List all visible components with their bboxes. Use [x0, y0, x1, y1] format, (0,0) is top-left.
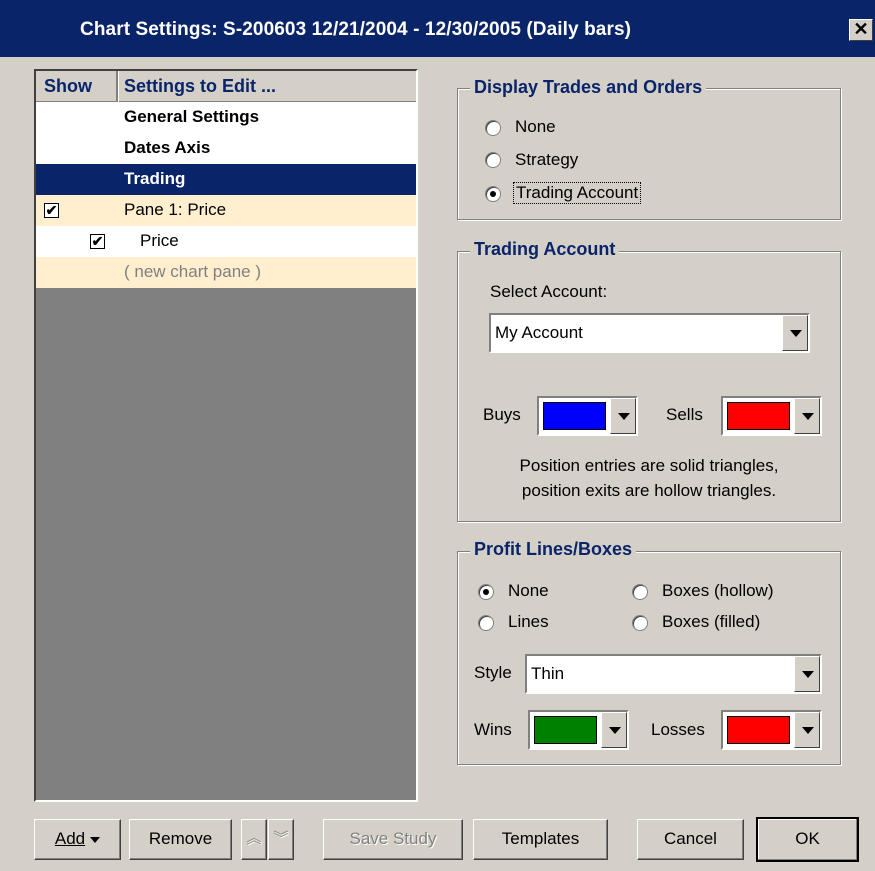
wins-label: Wins: [474, 720, 512, 739]
caret-down-icon: [90, 836, 101, 843]
radio-display-trading-account[interactable]: [485, 186, 501, 202]
sells-color-swatch: [727, 402, 790, 430]
radio-profit-none-label: None: [508, 581, 549, 600]
buys-label: Buys: [483, 405, 521, 424]
buys-color-picker[interactable]: [537, 396, 638, 436]
header-settings: Settings to Edit ...: [124, 76, 276, 96]
position-note-line1: Position entries are solid triangles,: [519, 456, 779, 475]
close-button[interactable]: ✕: [849, 19, 873, 41]
add-button[interactable]: Add: [34, 819, 121, 860]
profit-title: Profit Lines/Boxes: [470, 539, 637, 560]
header-show: Show: [44, 76, 92, 96]
radio-display-strategy-label: Strategy: [515, 150, 579, 169]
add-button-label: Add: [54, 829, 86, 848]
remove-button-label: Remove: [148, 829, 213, 848]
radio-profit-boxes-filled[interactable]: [632, 615, 648, 631]
radio-display-strategy[interactable]: [485, 152, 501, 168]
radio-display-none[interactable]: [485, 120, 501, 136]
chevron-down-icon[interactable]: [794, 712, 820, 748]
list-item-label: Pane 1: Price: [124, 200, 227, 219]
list-item-label: General Settings: [124, 107, 260, 126]
price-checkbox[interactable]: ✔: [90, 234, 105, 249]
save-study-button-label: Save Study: [349, 829, 437, 848]
cancel-button[interactable]: Cancel: [637, 819, 744, 860]
chevron-down-icon[interactable]: [601, 712, 627, 748]
list-item-trading[interactable]: Trading: [36, 164, 416, 195]
window-title: Chart Settings: S-200603 12/21/2004 - 12…: [80, 19, 632, 40]
account-select[interactable]: My Account: [489, 313, 810, 353]
radio-profit-lines-label: Lines: [508, 612, 549, 631]
save-study-button[interactable]: Save Study: [323, 819, 463, 860]
list-item-general-settings[interactable]: General Settings: [36, 102, 416, 133]
title-bar: Chart Settings: S-200603 12/21/2004 - 12…: [0, 0, 875, 57]
sells-color-picker[interactable]: [721, 396, 822, 436]
losses-color-picker[interactable]: [721, 710, 822, 750]
list-item-new-chart-pane[interactable]: ( new chart pane ): [36, 257, 416, 288]
radio-display-trading-account-label: Trading Account: [513, 182, 642, 204]
list-item-label: Dates Axis: [124, 138, 211, 157]
close-icon: ✕: [853, 19, 869, 39]
chevron-down-icon[interactable]: [782, 315, 808, 351]
trading-account-title: Trading Account: [470, 239, 620, 260]
double-chevron-down-icon: ︾: [273, 830, 289, 847]
cancel-button-label: Cancel: [664, 829, 717, 848]
radio-profit-lines[interactable]: [478, 615, 494, 631]
list-item-price[interactable]: ✔ Price: [36, 226, 416, 257]
ok-button-label: OK: [795, 829, 820, 848]
list-item-dates-axis[interactable]: Dates Axis: [36, 133, 416, 164]
radio-profit-boxes-filled-label: Boxes (filled): [662, 612, 761, 631]
move-up-button[interactable]: ︽: [241, 819, 267, 860]
list-item-label: Trading: [124, 169, 186, 188]
pane-1-checkbox[interactable]: ✔: [44, 203, 59, 218]
style-select[interactable]: Thin: [525, 654, 822, 694]
sells-label: Sells: [666, 405, 703, 424]
list-item-label: Price: [140, 231, 179, 250]
move-down-button[interactable]: ︾: [268, 819, 294, 860]
style-select-value: Thin: [531, 664, 565, 683]
radio-profit-boxes-hollow[interactable]: [632, 584, 648, 600]
buys-color-swatch: [543, 402, 606, 430]
list-item-label: ( new chart pane ): [124, 262, 262, 281]
display-trades-title: Display Trades and Orders: [470, 77, 707, 98]
templates-button[interactable]: Templates: [473, 819, 608, 860]
settings-list[interactable]: Show Settings to Edit ... General Settin…: [34, 69, 418, 802]
double-chevron-up-icon: ︽: [246, 830, 262, 847]
radio-display-none-label: None: [515, 117, 556, 136]
style-label: Style: [474, 663, 512, 682]
header-separator: [116, 71, 119, 102]
templates-button-label: Templates: [501, 829, 580, 848]
losses-color-swatch: [727, 716, 790, 744]
losses-label: Losses: [651, 720, 705, 739]
list-item-pane-1[interactable]: ✔ Pane 1: Price: [36, 195, 416, 226]
chevron-down-icon[interactable]: [794, 656, 820, 692]
account-select-value: My Account: [495, 323, 583, 342]
wins-color-picker[interactable]: [528, 710, 629, 750]
chevron-down-icon[interactable]: [610, 398, 636, 434]
select-account-label: Select Account:: [490, 282, 608, 301]
ok-button[interactable]: OK: [756, 817, 859, 862]
radio-profit-none[interactable]: [478, 584, 494, 600]
chevron-down-icon[interactable]: [794, 398, 820, 434]
wins-color-swatch: [534, 716, 597, 744]
position-note-line2: position exits are hollow triangles.: [521, 481, 777, 500]
radio-profit-boxes-hollow-label: Boxes (hollow): [662, 581, 774, 600]
remove-button[interactable]: Remove: [129, 819, 232, 860]
list-header: Show Settings to Edit ...: [36, 71, 416, 102]
